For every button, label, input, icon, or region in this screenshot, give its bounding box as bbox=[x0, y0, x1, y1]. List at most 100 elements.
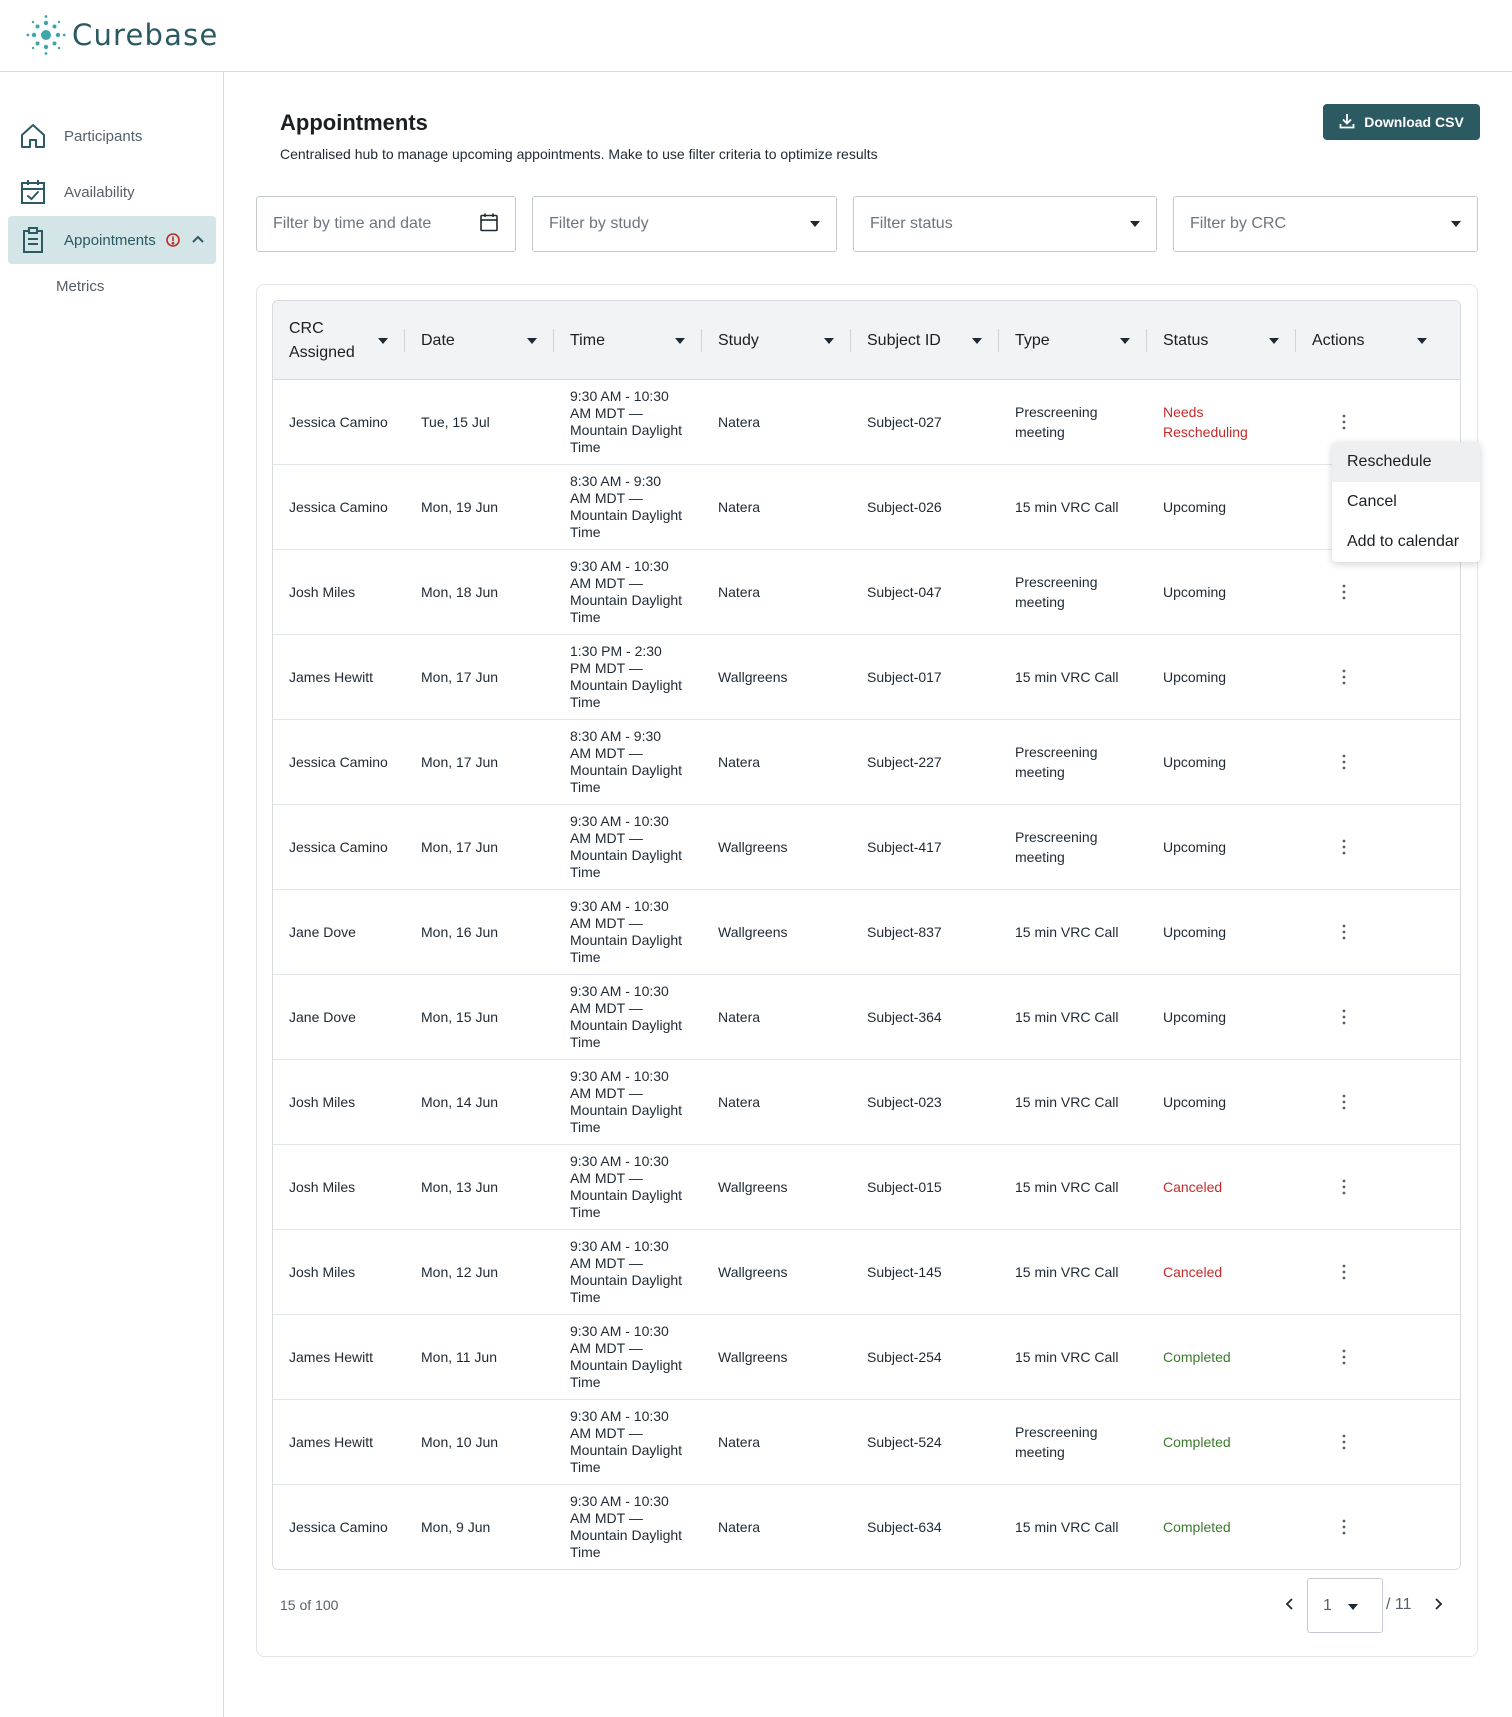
cell-time: 9:30 AM - 10:30 AM MDT — Mountain Daylig… bbox=[570, 1493, 683, 1560]
more-vertical-icon[interactable] bbox=[1332, 920, 1356, 944]
cell-subject-id: Subject-015 bbox=[867, 1179, 942, 1195]
table-row[interactable]: Josh Miles Mon, 14 Jun 9:30 AM - 10:30 AM … bbox=[273, 1060, 1460, 1145]
more-vertical-icon[interactable] bbox=[1332, 1515, 1356, 1539]
column-header-type[interactable]: Type bbox=[999, 301, 1147, 380]
home-icon bbox=[18, 121, 48, 151]
column-header-time[interactable]: Time bbox=[554, 301, 702, 380]
cell-subject-id: Subject-017 bbox=[867, 669, 942, 685]
filter-crc[interactable]: Filter by CRC bbox=[1173, 196, 1478, 252]
more-vertical-icon[interactable] bbox=[1332, 1090, 1356, 1114]
cell-time: 9:30 AM - 10:30 AM MDT — Mountain Daylig… bbox=[570, 1323, 683, 1390]
more-vertical-icon[interactable] bbox=[1332, 665, 1356, 689]
table-header: CRC Assigned Date Time Study Subject ID … bbox=[273, 301, 1460, 380]
menu-item-reschedule[interactable]: Reschedule bbox=[1332, 442, 1480, 482]
table-row[interactable]: Jessica Camino Tue, 15 Jul 9:30 AM - 10:30… bbox=[273, 380, 1460, 465]
filter-date[interactable]: Filter by time and date bbox=[256, 196, 516, 252]
cell-subject-id: Subject-524 bbox=[867, 1434, 942, 1450]
curebase-logo[interactable]: Curebase bbox=[26, 14, 219, 56]
column-header-date[interactable]: Date bbox=[405, 301, 554, 380]
more-vertical-icon[interactable] bbox=[1332, 410, 1356, 434]
cell-crc: James Hewitt bbox=[289, 1434, 374, 1450]
cell-type: 15 min VRC Call bbox=[1015, 1349, 1119, 1365]
table-row[interactable]: James Hewitt Mon, 11 Jun 9:30 AM - 10:30 A… bbox=[273, 1315, 1460, 1400]
cell-study: Natera bbox=[718, 414, 761, 430]
cell-type: 15 min VRC Call bbox=[1015, 1179, 1119, 1195]
cell-time: 9:30 AM - 10:30 AM MDT — Mountain Daylig… bbox=[570, 388, 683, 455]
menu-item-add-to-calendar[interactable]: Add to calendar bbox=[1332, 522, 1480, 562]
more-vertical-icon[interactable] bbox=[1332, 1175, 1356, 1199]
table-row[interactable]: Jessica Camino Mon, 17 Jun 9:30 AM - 10:30… bbox=[273, 805, 1460, 890]
cell-subject-id: Subject-634 bbox=[867, 1519, 942, 1535]
sidebar-item-availability[interactable]: Availability bbox=[8, 168, 216, 216]
chevron-right-icon[interactable] bbox=[1428, 1594, 1448, 1614]
column-header-study[interactable]: Study bbox=[702, 301, 851, 380]
table-row[interactable]: James Hewitt Mon, 10 Jun 9:30 AM - 10:30 A… bbox=[273, 1400, 1460, 1485]
table-row[interactable]: Josh Miles Mon, 18 Jun 9:30 AM - 10:30 AM … bbox=[273, 550, 1460, 635]
cell-study: Natera bbox=[718, 1009, 761, 1025]
cell-type: Prescreening meeting bbox=[1015, 574, 1098, 610]
table-row[interactable]: Jessica Camino Mon, 19 Jun 8:30 AM - 9:30 … bbox=[273, 465, 1460, 550]
more-vertical-icon[interactable] bbox=[1332, 1005, 1356, 1029]
filter-status[interactable]: Filter status bbox=[853, 196, 1157, 252]
cell-time: 8:30 AM - 9:30 AM MDT — Mountain Dayligh… bbox=[570, 728, 683, 795]
sidebar-subitem-metrics[interactable]: Metrics bbox=[56, 278, 104, 295]
cell-status: Upcoming bbox=[1163, 924, 1227, 940]
cell-crc: James Hewitt bbox=[289, 669, 374, 685]
cell-subject-id: Subject-227 bbox=[867, 754, 942, 770]
filter-crc-placeholder: Filter by CRC bbox=[1190, 215, 1287, 232]
filter-study[interactable]: Filter by study bbox=[532, 196, 837, 252]
table-row[interactable]: Jessica Camino Mon, 9 Jun 9:30 AM - 10:30 … bbox=[273, 1485, 1460, 1569]
sort-caret-icon bbox=[1269, 338, 1279, 344]
filter-date-placeholder: Filter by time and date bbox=[273, 215, 432, 232]
more-vertical-icon[interactable] bbox=[1332, 580, 1356, 604]
download-csv-label: Download CSV bbox=[1364, 114, 1464, 130]
cell-study: Wallgreens bbox=[718, 1264, 788, 1280]
cell-crc: Jessica Camino bbox=[289, 839, 388, 855]
table-row[interactable]: James Hewitt Mon, 17 Jun 1:30 PM - 2:30 PM… bbox=[273, 635, 1460, 720]
sort-caret-icon bbox=[972, 338, 982, 344]
sidebar-item-appointments[interactable]: Appointments bbox=[8, 216, 216, 264]
cell-study: Wallgreens bbox=[718, 669, 788, 685]
more-vertical-icon[interactable] bbox=[1332, 750, 1356, 774]
table-row[interactable]: Josh Miles Mon, 12 Jun 9:30 AM - 10:30 AM … bbox=[273, 1230, 1460, 1315]
column-header-subject-id[interactable]: Subject ID bbox=[851, 301, 999, 380]
cell-crc: Josh Miles bbox=[289, 1179, 356, 1195]
column-header-actions[interactable]: Actions bbox=[1296, 301, 1444, 380]
caret-down-icon bbox=[1451, 221, 1461, 227]
cell-crc: Jane Dove bbox=[289, 1009, 356, 1025]
cell-subject-id: Subject-047 bbox=[867, 584, 942, 600]
row-actions-menu: Reschedule Cancel Add to calendar bbox=[1332, 442, 1480, 562]
column-header-status[interactable]: Status bbox=[1147, 301, 1296, 380]
more-vertical-icon[interactable] bbox=[1332, 1260, 1356, 1284]
column-header-crc-assigned[interactable]: CRC Assigned bbox=[273, 301, 405, 380]
cell-type: 15 min VRC Call bbox=[1015, 1094, 1119, 1110]
sort-caret-icon bbox=[527, 338, 537, 344]
menu-item-cancel[interactable]: Cancel bbox=[1332, 482, 1480, 522]
cell-type: 15 min VRC Call bbox=[1015, 1519, 1119, 1535]
cell-crc: Jessica Camino bbox=[289, 499, 388, 515]
table-row[interactable]: Jessica Camino Mon, 17 Jun 8:30 AM - 9:30 … bbox=[273, 720, 1460, 805]
page-select[interactable]: 1 bbox=[1307, 1578, 1383, 1633]
cell-study: Natera bbox=[718, 1434, 761, 1450]
cell-crc: Jessica Camino bbox=[289, 754, 388, 770]
more-vertical-icon[interactable] bbox=[1332, 1345, 1356, 1369]
chevron-left-icon[interactable] bbox=[1280, 1594, 1300, 1614]
chevron-up-icon[interactable] bbox=[190, 231, 206, 247]
sidebar-item-participants[interactable]: Participants bbox=[8, 112, 216, 160]
cell-date: Mon, 19 Jun bbox=[421, 499, 499, 515]
clipboard-icon bbox=[18, 225, 48, 255]
sidebar-item-label: Appointments bbox=[64, 231, 156, 249]
more-vertical-icon[interactable] bbox=[1332, 835, 1356, 859]
download-csv-button[interactable]: Download CSV bbox=[1323, 104, 1480, 140]
sort-caret-icon bbox=[1417, 338, 1427, 344]
cell-crc: James Hewitt bbox=[289, 1349, 374, 1365]
cell-crc: Josh Miles bbox=[289, 584, 356, 600]
table-row[interactable]: Josh Miles Mon, 13 Jun 9:30 AM - 10:30 AM … bbox=[273, 1145, 1460, 1230]
cell-type: Prescreening meeting bbox=[1015, 1424, 1098, 1460]
cell-study: Natera bbox=[718, 1094, 761, 1110]
cell-type: Prescreening meeting bbox=[1015, 829, 1098, 865]
cell-type: Prescreening meeting bbox=[1015, 404, 1098, 440]
table-row[interactable]: Jane Dove Mon, 15 Jun 9:30 AM - 10:30 AM M… bbox=[273, 975, 1460, 1060]
more-vertical-icon[interactable] bbox=[1332, 1430, 1356, 1454]
table-row[interactable]: Jane Dove Mon, 16 Jun 9:30 AM - 10:30 AM M… bbox=[273, 890, 1460, 975]
